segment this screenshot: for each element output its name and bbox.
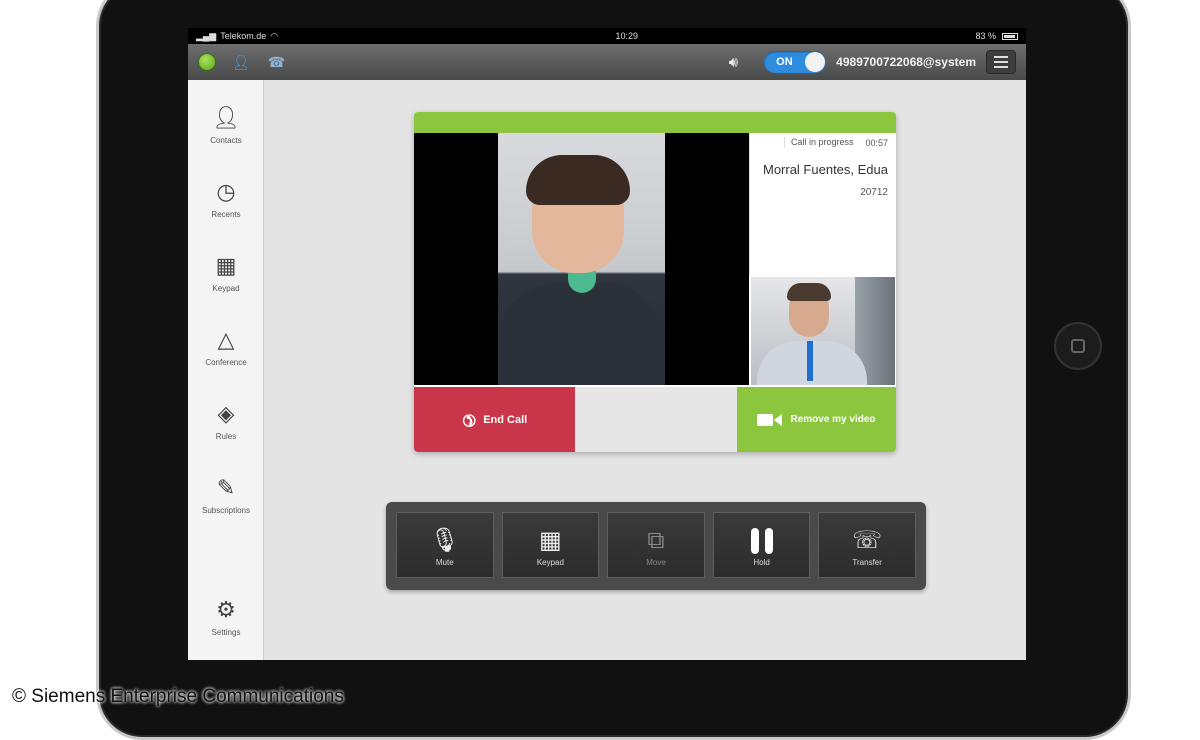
end-call-label: End Call	[483, 413, 528, 426]
sidebar-item-label: Subscriptions	[201, 506, 251, 515]
sidebar-item-label: Contacts	[210, 136, 242, 145]
move-button[interactable]: ⧉ Move	[607, 512, 705, 578]
call-info-panel: Call in progress 00:57 Morral Fuentes, E…	[749, 133, 896, 276]
call-control-bar: 🎙︎ Mute ▦ Keypad ⧉ Move Hold ☏ Transfer	[386, 502, 926, 590]
keypad-icon: ▦	[539, 526, 562, 554]
rules-icon: ◈	[217, 401, 235, 426]
action-spacer	[575, 387, 737, 452]
home-square-icon	[1071, 339, 1085, 353]
sidebar-item-conference[interactable]: △ Conference	[188, 326, 264, 367]
control-label: Mute	[435, 557, 454, 567]
copyright-caption: © Siemens Enterprise Communications	[12, 686, 344, 707]
control-label: Transfer	[852, 557, 882, 567]
battery-icon	[1001, 32, 1018, 40]
self-video	[751, 277, 895, 385]
user-icon[interactable]: 👤︎	[232, 54, 250, 71]
device-icon[interactable]: ☎︎	[268, 54, 285, 71]
sidebar-item-label: Settings	[211, 628, 241, 637]
remove-video-button[interactable]: Remove my video	[737, 387, 896, 452]
sidebar-item-label: Rules	[215, 432, 237, 441]
move-icon: ⧉	[647, 526, 665, 554]
person-icon: 👤︎	[212, 105, 240, 130]
clock-icon: ◷	[216, 179, 236, 204]
hold-button[interactable]: Hold	[712, 512, 811, 578]
transfer-icon: ☏	[852, 526, 883, 554]
toggle-label: ON	[776, 56, 793, 68]
speaker-icon[interactable]: 🔊︎	[729, 54, 738, 71]
subscriptions-icon: ✎	[216, 475, 236, 500]
app-header: 👤︎ ☎︎ 🔊︎ ON 4989700722068@system	[188, 44, 1026, 80]
call-card: Call in progress 00:57 Morral Fuentes, E…	[414, 112, 896, 452]
availability-toggle[interactable]: ON	[764, 51, 827, 73]
sidebar: 👤︎ Contacts ◷ Recents ▦ Keypad △ Confere…	[188, 80, 264, 660]
sidebar-item-settings[interactable]: ⚙ Settings	[188, 596, 264, 637]
gears-icon: ⚙	[216, 597, 236, 622]
menu-button[interactable]	[986, 50, 1016, 74]
sidebar-item-keypad[interactable]: ▦ Keypad	[188, 252, 264, 293]
carrier-label: Telekom.de	[220, 31, 267, 41]
keypad-icon: ▦	[215, 253, 237, 278]
sidebar-item-label: Recents	[211, 210, 241, 219]
wifi-icon: ◠	[270, 30, 279, 41]
remove-video-label: Remove my video	[790, 414, 876, 425]
microphone-icon: 🎙︎	[429, 526, 461, 554]
battery-percent: 83 %	[975, 31, 996, 41]
ios-status-bar: ▂▄▆ Telekom.de ◠ 10:29 83 %	[188, 28, 1026, 44]
end-call-button[interactable]: ✆ End Call	[414, 387, 575, 452]
transfer-button[interactable]: ☏ Transfer	[818, 512, 916, 578]
remote-participant-image	[498, 133, 665, 385]
signal-icon: ▂▄▆	[196, 30, 217, 41]
sidebar-item-subscriptions[interactable]: ✎ Subscriptions	[188, 474, 264, 515]
sidebar-item-label: Conference	[205, 358, 247, 367]
call-status: Call in progress	[783, 137, 853, 148]
call-actions: ✆ End Call Remove my video	[414, 387, 896, 452]
clock-time: 10:29	[615, 31, 639, 41]
toggle-knob	[805, 52, 826, 72]
remote-video	[414, 133, 749, 385]
camera-icon	[757, 413, 783, 426]
pause-icon	[750, 524, 773, 558]
conference-icon: △	[217, 327, 235, 352]
presence-status-icon[interactable]	[198, 53, 216, 71]
sidebar-item-label: Keypad	[212, 284, 240, 293]
account-id: 4989700722068@system	[836, 55, 976, 69]
sidebar-item-contacts[interactable]: 👤︎ Contacts	[188, 104, 264, 145]
caller-number: 20712	[860, 187, 888, 198]
app-screen: ▂▄▆ Telekom.de ◠ 10:29 83 % 👤︎ ☎︎ 🔊︎ ON …	[188, 28, 1026, 660]
keypad-button[interactable]: ▦ Keypad	[501, 512, 600, 578]
control-label: Hold	[753, 557, 770, 567]
mute-button[interactable]: 🎙︎ Mute	[396, 512, 494, 578]
home-button[interactable]	[1054, 322, 1102, 370]
caller-name: Morral Fuentes, Edua	[762, 162, 888, 177]
call-card-header	[414, 112, 896, 133]
call-duration: 00:57	[865, 137, 888, 148]
hangup-icon: ✆	[457, 408, 479, 430]
control-label: Move	[646, 557, 666, 567]
sidebar-item-rules[interactable]: ◈ Rules	[188, 400, 264, 441]
control-label: Keypad	[536, 557, 564, 567]
sidebar-item-recents[interactable]: ◷ Recents	[188, 178, 264, 219]
